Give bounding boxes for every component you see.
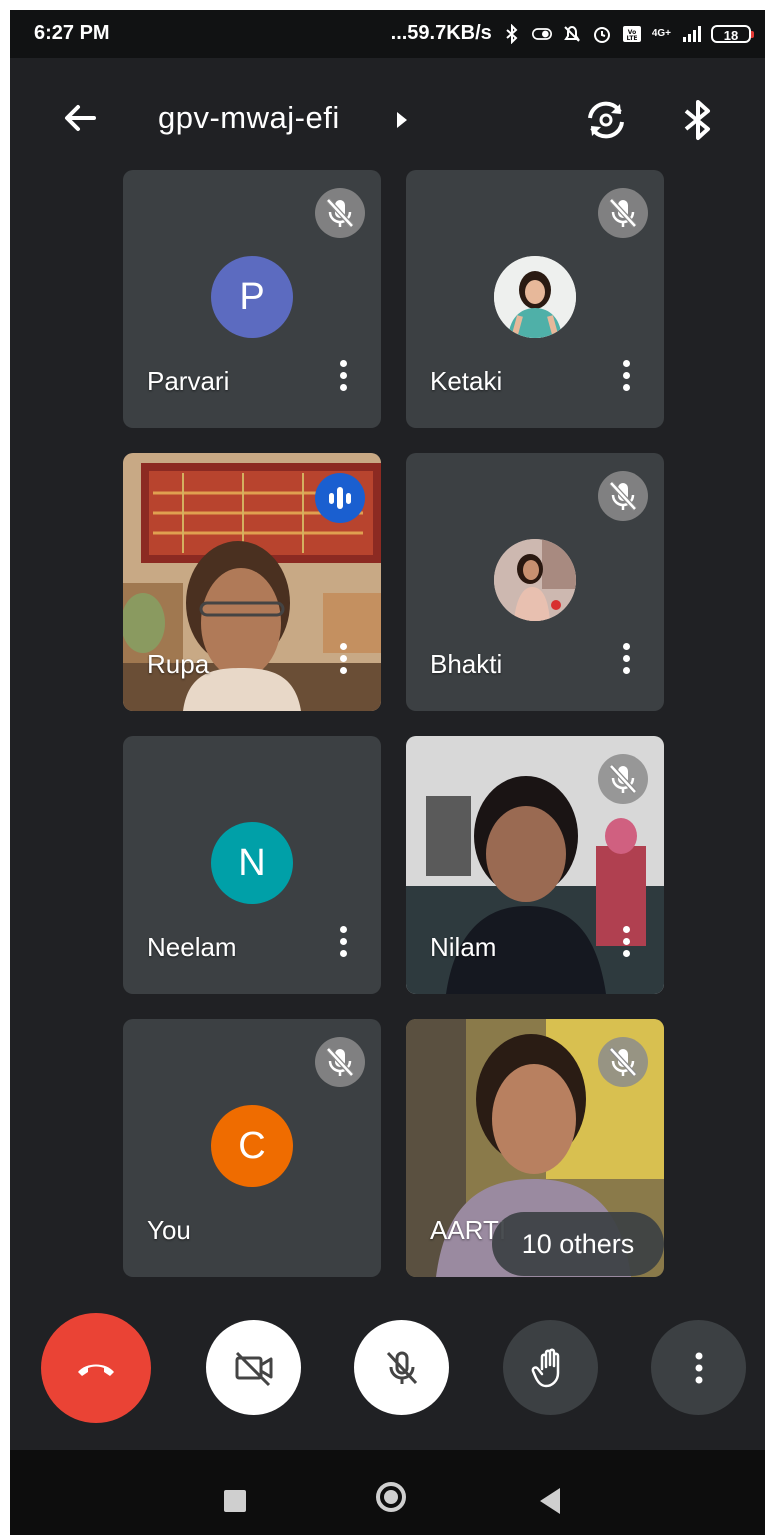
back-arrow-icon[interactable] — [60, 98, 100, 138]
participant-name: You — [147, 1215, 191, 1245]
participant-tile-bhakti[interactable]: Bhakti — [406, 453, 664, 711]
mic-off-icon — [315, 1037, 365, 1087]
avatar-photo-bhakti — [494, 539, 576, 621]
avatar-you: C — [211, 1105, 293, 1187]
speaking-indicator-icon — [315, 473, 365, 523]
recents-icon[interactable] — [224, 1490, 246, 1512]
more-vert-icon[interactable] — [620, 926, 632, 962]
participant-tile-nilam[interactable]: Nilam — [406, 736, 664, 994]
participant-tile-ketaki[interactable]: Ketaki — [406, 170, 664, 428]
switch-camera-icon[interactable] — [582, 96, 630, 144]
meeting-header: gpv-mwaj-efi — [10, 58, 765, 168]
participant-name: Bhakti — [430, 649, 503, 679]
mute-icon — [563, 25, 580, 42]
system-nav-bar — [10, 1450, 765, 1535]
more-vert-icon[interactable] — [337, 926, 349, 962]
bluetooth-icon — [506, 23, 518, 44]
others-count-button[interactable]: 10 others — [492, 1212, 664, 1276]
end-call-button[interactable] — [41, 1313, 151, 1423]
more-vert-icon — [695, 1352, 702, 1383]
avatar-photo-ketaki — [494, 256, 576, 338]
raise-hand-icon — [531, 1348, 559, 1387]
svg-text:LTE: LTE — [626, 35, 637, 42]
status-icons: ...59.7KB/s Vo LTE 4G+ 18 — [390, 22, 754, 45]
meeting-code[interactable]: gpv-mwaj-efi — [158, 100, 340, 136]
participant-tile-rupa[interactable]: Rupa — [123, 453, 381, 711]
more-vert-icon[interactable] — [337, 643, 349, 679]
participant-name: Neelam — [147, 932, 237, 962]
more-vert-icon[interactable] — [620, 360, 632, 396]
mic-off-icon — [386, 1351, 417, 1384]
more-vert-icon[interactable] — [620, 643, 632, 679]
battery-icon: 18 — [711, 24, 754, 43]
mic-off-icon — [598, 754, 648, 804]
phone-screen: 6:27 PM ...59.7KB/s Vo LTE 4G+ 18 gpv-mwa… — [10, 10, 765, 1535]
network-speed: ...59.7KB/s — [390, 22, 492, 44]
data-saver-icon — [531, 27, 552, 40]
home-icon[interactable] — [376, 1482, 406, 1512]
caret-right-icon[interactable] — [397, 112, 407, 128]
participant-name: Nilam — [430, 932, 497, 962]
status-time: 6:27 PM — [34, 22, 110, 44]
mic-off-icon — [598, 1037, 648, 1087]
participant-tile-you[interactable]: C You — [123, 1019, 381, 1277]
mic-toggle-button[interactable] — [354, 1320, 449, 1415]
mic-off-icon — [598, 188, 648, 238]
participant-name: Ketaki — [430, 366, 503, 396]
back-icon[interactable] — [540, 1488, 560, 1514]
more-vert-icon[interactable] — [337, 360, 349, 396]
signal-icon — [683, 25, 701, 42]
avatar-neelam: N — [211, 822, 293, 904]
mic-off-icon — [598, 471, 648, 521]
network-type: 4G+ — [651, 27, 671, 39]
participant-tile-neelam[interactable]: N Neelam — [123, 736, 381, 994]
mic-off-icon — [315, 188, 365, 238]
hang-up-icon — [78, 1364, 114, 1376]
more-options-button[interactable] — [651, 1320, 746, 1415]
alarm-icon — [593, 26, 610, 43]
raise-hand-button[interactable] — [503, 1320, 598, 1415]
bluetooth-audio-icon[interactable] — [680, 96, 716, 144]
camera-toggle-button[interactable] — [206, 1320, 301, 1415]
camera-off-icon — [235, 1351, 272, 1386]
volte-icon: VoLTE — [622, 25, 641, 42]
participant-tile-parvari[interactable]: P Parvari — [123, 170, 381, 428]
participant-name: Rupa — [147, 649, 210, 679]
status-bar: 6:27 PM ...59.7KB/s Vo LTE 4G+ 18 — [10, 10, 765, 58]
participant-name: Parvari — [147, 366, 230, 396]
avatar-parvari: P — [211, 256, 293, 338]
